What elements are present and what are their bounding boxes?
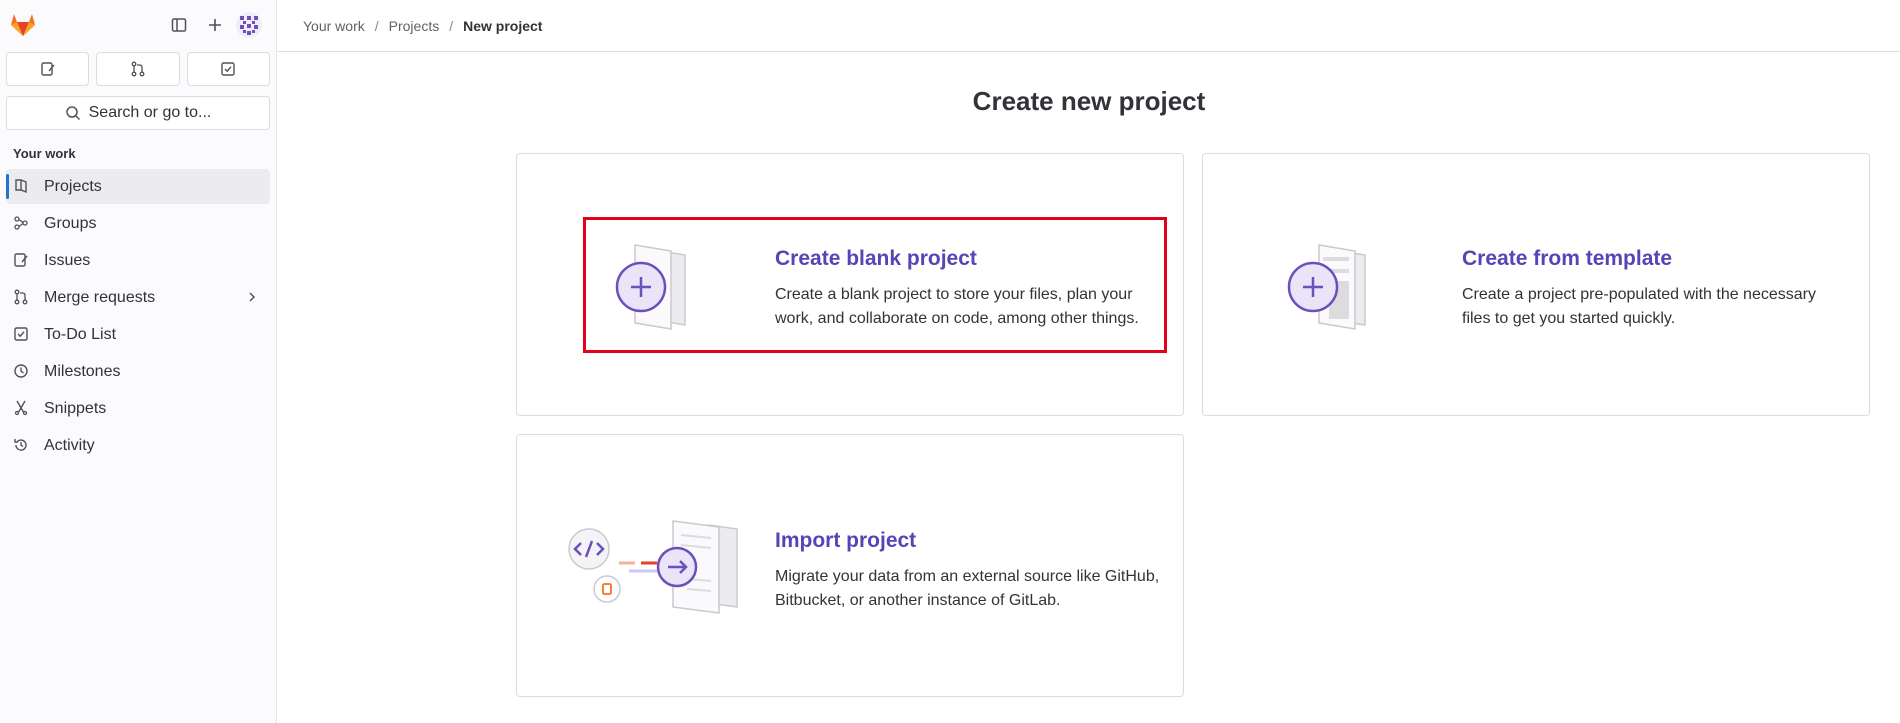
todo-icon <box>221 62 236 76</box>
card-description-line: Bitbucket, or another instance of GitLab… <box>775 592 1061 609</box>
card-title[interactable]: Create from template <box>1462 247 1672 271</box>
sidebar-item-label: Groups <box>44 214 97 232</box>
sidebar-item-snippets[interactable]: Snippets <box>6 391 270 426</box>
search-icon <box>65 106 80 121</box>
breadcrumb: Your work / Projects / New project <box>278 0 1900 52</box>
todo-icon <box>14 327 28 341</box>
sidebar-item-label: Milestones <box>44 362 121 380</box>
card-description-line: Create a blank project to store your fil… <box>775 286 1133 303</box>
breadcrumb-your-work[interactable]: Your work <box>303 18 365 34</box>
group-icon <box>14 216 28 230</box>
merge-request-icon <box>131 61 145 77</box>
sidebar-item-label: Snippets <box>44 399 107 417</box>
create-from-template-card[interactable]: Create from template Create a project pr… <box>1202 153 1870 416</box>
avatar[interactable] <box>236 12 262 38</box>
merge-request-icon <box>14 289 28 305</box>
gitlab-logo-icon[interactable] <box>8 10 38 40</box>
search-button[interactable]: Search or go to... <box>6 96 270 130</box>
sidebar-item-todo-list[interactable]: To-Do List <box>6 317 270 352</box>
card-title[interactable]: Create blank project <box>775 247 977 271</box>
template-illustration-icon <box>1287 244 1366 330</box>
sidebar-item-label: Merge requests <box>44 288 156 306</box>
project-icon <box>15 179 27 194</box>
sidebar-nav: Projects Groups Issues Merge requests To… <box>0 169 276 463</box>
sidebar-item-activity[interactable]: Activity <box>6 428 270 463</box>
create-blank-project-card[interactable]: Create blank project Create a blank proj… <box>516 153 1184 416</box>
sidebar: Search or go to... Your work Projects Gr… <box>0 0 277 723</box>
sidebar-counters <box>0 52 276 86</box>
sidebar-item-milestones[interactable]: Milestones <box>6 354 270 389</box>
sidebar-item-label: To-Do List <box>44 325 117 343</box>
breadcrumb-separator: / <box>374 17 379 34</box>
breadcrumb-separator: / <box>449 17 454 34</box>
snippet-icon <box>14 400 28 416</box>
import-project-card[interactable]: Import project Migrate your data from an… <box>516 434 1184 697</box>
card-title[interactable]: Import project <box>775 529 916 553</box>
sidebar-item-issues[interactable]: Issues <box>6 243 270 278</box>
sidebar-section-title: Your work <box>13 146 76 161</box>
sidebar-item-projects[interactable]: Projects <box>6 169 270 204</box>
toggle-sidebar-icon[interactable] <box>164 10 194 40</box>
clock-icon <box>14 364 28 378</box>
sidebar-header <box>0 0 276 50</box>
page-title: Create new project <box>972 86 1206 116</box>
sidebar-item-label: Issues <box>44 251 91 269</box>
breadcrumb-projects[interactable]: Projects <box>389 18 440 34</box>
blank-project-illustration-icon <box>615 244 686 330</box>
issues-icon <box>40 62 55 76</box>
issues-icon <box>14 253 28 267</box>
sidebar-item-label: Projects <box>44 177 102 195</box>
assigned-issues-button[interactable] <box>6 52 90 86</box>
history-icon <box>14 439 27 451</box>
card-description-line: Migrate your data from an external sourc… <box>775 568 1160 585</box>
plus-icon[interactable] <box>200 10 230 40</box>
sidebar-item-merge-requests[interactable]: Merge requests <box>6 280 270 315</box>
card-description: Migrate your data from an external sourc… <box>775 565 1159 613</box>
sidebar-item-label: Activity <box>44 436 95 454</box>
card-description-line: Create a project pre-populated with the … <box>1462 286 1816 303</box>
card-description: Create a project pre-populated with the … <box>1462 283 1816 331</box>
chevron-right-icon <box>249 292 256 302</box>
card-description-line: work, and collaborate on code, among oth… <box>775 310 1139 327</box>
breadcrumb-current: New project <box>463 17 543 34</box>
todo-button[interactable] <box>186 52 270 86</box>
merge-requests-button[interactable] <box>96 52 180 86</box>
sidebar-item-groups[interactable]: Groups <box>6 206 270 241</box>
card-description-line: files to get you started quickly. <box>1462 310 1676 327</box>
search-label: Search or go to... <box>88 104 212 121</box>
card-description: Create a blank project to store your fil… <box>775 283 1139 331</box>
import-project-illustration-icon <box>568 520 738 614</box>
